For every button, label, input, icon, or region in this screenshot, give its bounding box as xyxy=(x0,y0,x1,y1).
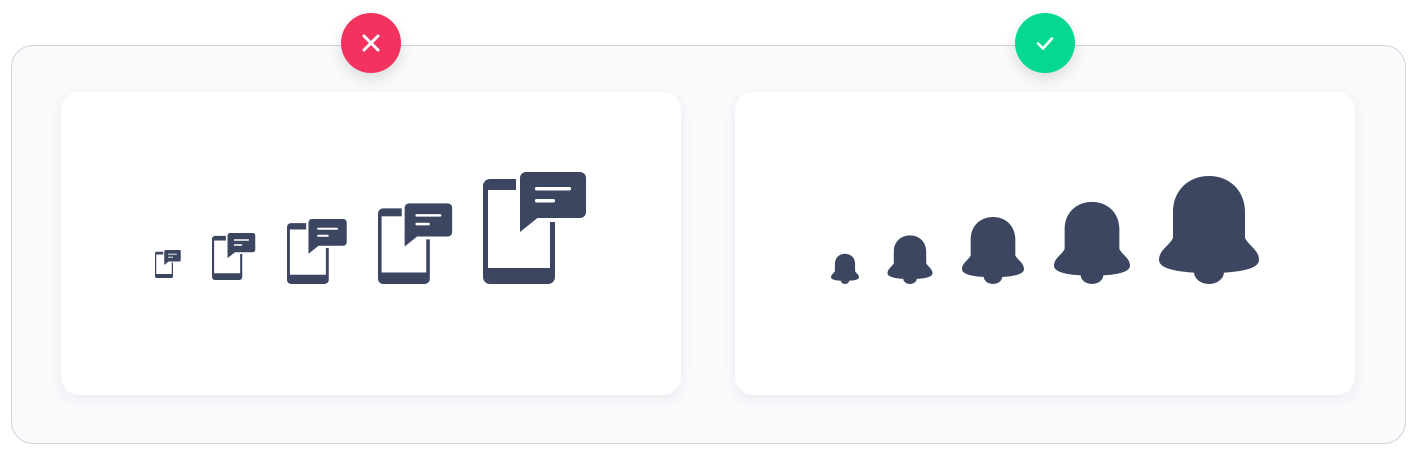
phone-chat-icon xyxy=(155,249,182,278)
bell-icon xyxy=(1054,201,1130,284)
phone-chat-icon xyxy=(212,231,257,280)
bell-icon xyxy=(962,217,1024,284)
incorrect-badge xyxy=(341,13,401,73)
close-icon xyxy=(362,34,380,52)
bell-icon-row xyxy=(831,176,1259,284)
bell-icon xyxy=(1159,176,1259,284)
correct-badge xyxy=(1015,13,1075,73)
phone-chat-icon-row xyxy=(155,168,590,284)
incorrect-example-card xyxy=(61,92,681,395)
correct-example-card xyxy=(735,92,1355,395)
bell-icon xyxy=(887,235,933,284)
phone-chat-icon xyxy=(287,216,350,284)
checkmark-icon xyxy=(1036,37,1054,50)
bell-icon xyxy=(831,253,859,284)
phone-chat-icon xyxy=(378,200,456,284)
phone-chat-icon xyxy=(483,168,590,284)
